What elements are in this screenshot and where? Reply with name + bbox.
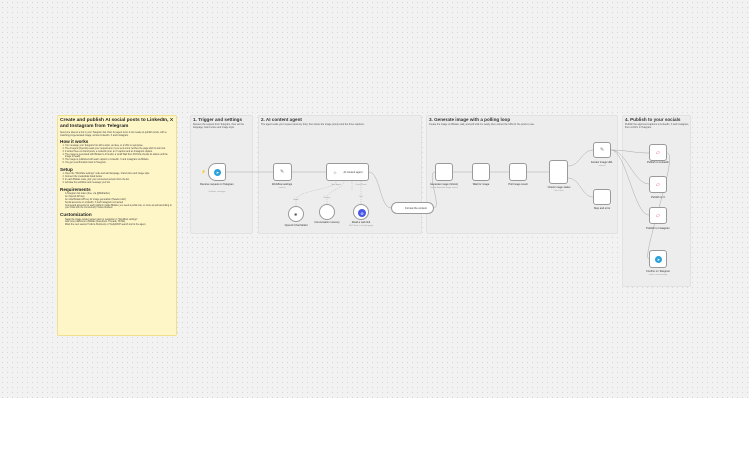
node-format-content-label: Format the content <box>405 207 427 210</box>
connection-linkedin-confirm <box>647 152 670 260</box>
node-workflow-settings-sub: manual <box>278 187 286 189</box>
node-ai-agent-label: AI content agent <box>343 171 363 174</box>
node-publish-linkedin[interactable]: ▱ <box>649 144 667 161</box>
pencil-icon: ✎ <box>280 169 285 175</box>
node-workflow-settings-label: Workflow settings <box>271 183 293 186</box>
blotato-icon: ▱ <box>656 213 660 219</box>
node-web-tool[interactable]: ⊕ <box>353 204 369 220</box>
node-extract-url-sub: manual <box>598 165 606 167</box>
telegram-icon: ➤ <box>214 169 221 176</box>
node-check-ready[interactable] <box>549 160 568 184</box>
openai-icon: ✺ <box>294 212 298 217</box>
node-telegram-trigger-sub: Updates: message <box>208 191 226 193</box>
node-web-tool-sub: GET: fetch a url (web page) <box>348 225 374 227</box>
node-memory[interactable] <box>319 204 335 220</box>
node-publish-instagram[interactable]: ▱ <box>649 207 667 224</box>
node-poll-result-label: Poll image result <box>508 183 528 186</box>
node-stop-error[interactable] <box>593 189 611 205</box>
trigger-bolt-icon: ⚡ <box>201 169 206 174</box>
node-extract-url-label: Extract image URL <box>591 161 613 164</box>
globe-icon: ⊕ <box>358 209 366 217</box>
connections-layer <box>226 149 670 260</box>
telegram-icon: ➤ <box>655 256 662 263</box>
node-check-ready-label: Check image status <box>547 186 571 189</box>
node-workflow-settings[interactable]: ✎ <box>273 163 292 181</box>
node-stop-error-label: Stop and error <box>593 207 611 210</box>
wire-label-tool: Tool <box>359 196 363 198</box>
node-openai-model-label: OpenAI Chat Model <box>284 224 308 227</box>
node-telegram-trigger[interactable]: ➤ <box>208 163 226 181</box>
node-format-content[interactable]: Format the content <box>391 202 434 214</box>
node-publish-x[interactable]: ▱ <box>649 176 667 193</box>
node-confirm-telegram-label: Confirm on Telegram <box>645 270 671 273</box>
blotato-icon: ▱ <box>656 150 660 156</box>
node-extract-url[interactable]: ✎ <box>593 142 611 158</box>
node-wait-image-label: Wait for image <box>472 183 490 186</box>
node-publish-instagram-label: Publish to Instagram <box>646 227 670 230</box>
blotato-icon: ▱ <box>656 182 660 188</box>
node-generate-image[interactable] <box>435 163 453 181</box>
node-openai-model[interactable]: ✺ <box>288 206 304 222</box>
node-web-tool-label: Read a web link <box>351 221 371 224</box>
node-publish-linkedin-label: Publish to LinkedIn <box>647 161 669 164</box>
workflow-canvas[interactable]: Create and publish AI social posts to Li… <box>0 0 749 398</box>
node-wait-image[interactable] <box>472 163 490 181</box>
node-poll-result[interactable] <box>509 163 527 181</box>
node-telegram-trigger-label: Receive request on Telegram <box>200 183 234 186</box>
node-check-ready-sub: true / false <box>554 190 564 192</box>
node-generate-image-label: Generate image (Ghost) <box>430 183 458 186</box>
pencil-icon: ✎ <box>600 147 605 153</box>
node-publish-x-label: Publish to X <box>651 196 665 199</box>
node-ai-agent[interactable]: ☺ AI content agent <box>326 163 369 181</box>
node-generate-image-sub: Create Blotato AI image source <box>430 187 458 189</box>
node-confirm-telegram-sub: send a text message <box>648 274 668 276</box>
node-confirm-telegram[interactable]: ➤ <box>649 250 667 268</box>
node-ai-agent-sub: Tools Agent <box>330 184 342 186</box>
connection-agent-format <box>368 171 392 209</box>
